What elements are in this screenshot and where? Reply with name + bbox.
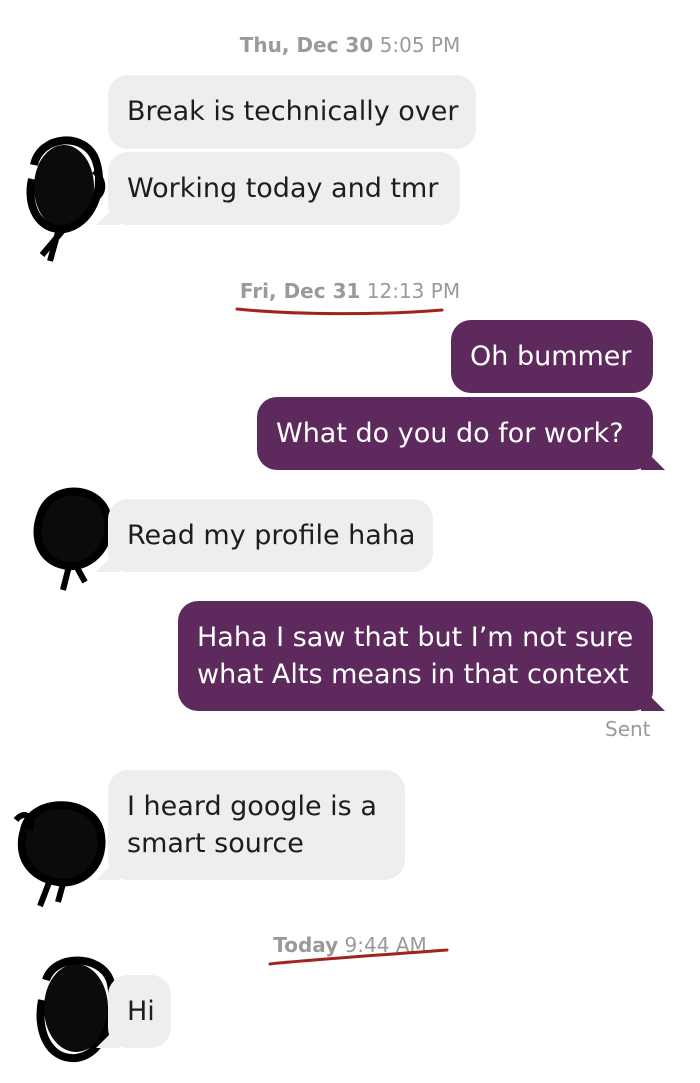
scribbled-avatar-icon[interactable] xyxy=(10,790,110,908)
incoming-message-bubble[interactable]: Break is technically over xyxy=(108,75,476,149)
incoming-message-bubble[interactable]: Working today and tmr xyxy=(108,152,460,225)
message-text: Read my profile haha xyxy=(127,520,416,551)
message-text-line: Haha I saw that but I’m not sure xyxy=(197,622,634,653)
scribbled-avatar-icon[interactable] xyxy=(25,474,115,592)
message-text-line: what Alts means in that context xyxy=(197,659,629,690)
message-text-line: smart source xyxy=(127,828,304,859)
bubble-tail xyxy=(641,687,665,711)
bubble-tail xyxy=(641,446,665,470)
timestamp-thu-dec-30: Thu, Dec 30 5:05 PM xyxy=(239,33,461,57)
outgoing-message-bubble[interactable]: What do you do for work? xyxy=(257,397,653,470)
incoming-message-bubble[interactable]: Read my profile haha xyxy=(108,499,433,572)
incoming-message-bubble[interactable]: I heard google is a smart source xyxy=(108,770,405,880)
message-text: Break is technically over xyxy=(127,96,459,127)
timestamp-fri-dec-31: Fri, Dec 31 12:13 PM xyxy=(239,279,461,303)
message-text: Oh bummer xyxy=(470,341,632,372)
message-text: What do you do for work? xyxy=(276,418,624,449)
message-text: Hi xyxy=(127,996,155,1027)
message-text: Working today and tmr xyxy=(127,173,439,204)
message-text-line: I heard google is a xyxy=(127,791,377,822)
scribbled-avatar-icon[interactable] xyxy=(30,950,120,1070)
outgoing-message-bubble[interactable]: Haha I saw that but I’m not sure what Al… xyxy=(178,601,653,711)
scribbled-avatar-icon[interactable] xyxy=(20,125,112,265)
sent-status: Sent xyxy=(605,717,651,741)
annotation-underline xyxy=(268,948,449,966)
annotation-underline xyxy=(235,307,444,316)
outgoing-message-bubble[interactable]: Oh bummer xyxy=(451,320,653,393)
